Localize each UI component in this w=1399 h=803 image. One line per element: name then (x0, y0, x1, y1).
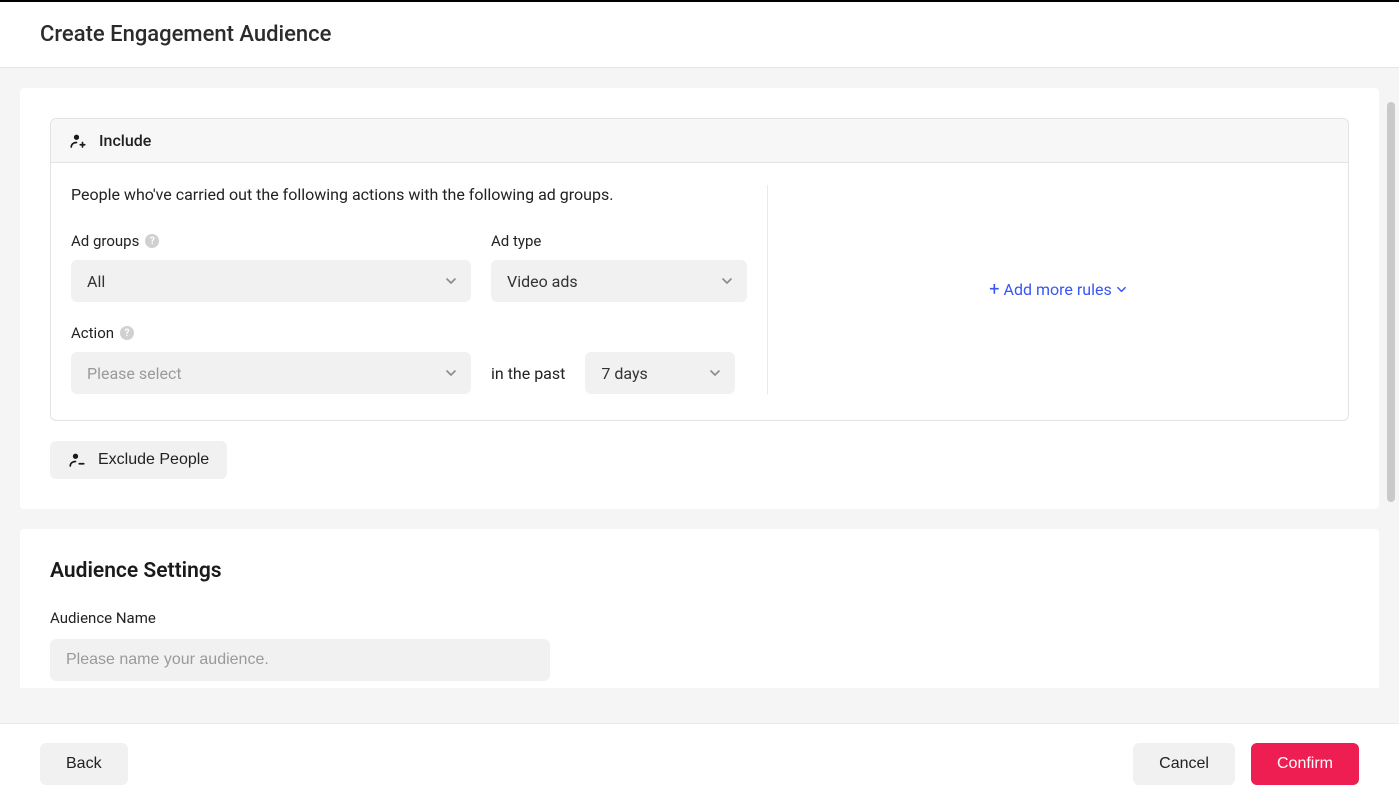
action-field: Action ? Please select (71, 324, 471, 394)
cancel-button[interactable]: Cancel (1133, 743, 1235, 785)
audience-name-input[interactable] (50, 639, 550, 681)
in-the-past-text: in the past (491, 352, 565, 394)
chevron-down-icon (445, 275, 457, 287)
page-title: Create Engagement Audience (40, 22, 331, 47)
field-row-2: Action ? Please select in the past (71, 324, 747, 394)
chevron-down-icon (721, 275, 733, 287)
action-label: Action ? (71, 324, 471, 342)
ad-type-select[interactable]: Video ads (491, 260, 747, 302)
ad-type-field: Ad type Video ads (491, 232, 747, 302)
rule-right-panel: + Add more rules (788, 185, 1328, 394)
time-range-select[interactable]: 7 days (585, 352, 735, 394)
plus-icon: + (989, 279, 999, 300)
footer-right: Cancel Confirm (1133, 743, 1359, 785)
rule-description: People who've carried out the following … (71, 185, 747, 204)
chevron-down-icon (1116, 280, 1127, 299)
action-select[interactable]: Please select (71, 352, 471, 394)
help-icon[interactable]: ? (145, 234, 159, 248)
include-header: Include (51, 119, 1348, 163)
footer: Back Cancel Confirm (0, 723, 1399, 803)
back-button[interactable]: Back (40, 743, 128, 785)
audience-settings-title: Audience Settings (50, 559, 1349, 583)
ad-groups-field: Ad groups ? All (71, 232, 471, 302)
ad-type-label: Ad type (491, 232, 747, 250)
include-box: Include People who've carried out the fo… (50, 118, 1349, 421)
audience-settings-card: Audience Settings Audience Name (20, 529, 1379, 688)
scrollbar[interactable] (1387, 102, 1395, 502)
help-icon[interactable]: ? (120, 326, 134, 340)
include-label: Include (99, 131, 151, 150)
rule-left-panel: People who've carried out the following … (71, 185, 768, 394)
person-minus-icon (68, 451, 86, 469)
chevron-down-icon (709, 367, 721, 379)
field-row-1: Ad groups ? All (71, 232, 747, 302)
ad-groups-label: Ad groups ? (71, 232, 471, 250)
confirm-button[interactable]: Confirm (1251, 743, 1359, 785)
chevron-down-icon (445, 367, 457, 379)
add-more-rules-link[interactable]: + Add more rules (989, 279, 1126, 300)
include-card: Include People who've carried out the fo… (20, 88, 1379, 509)
include-body: People who've carried out the following … (51, 163, 1348, 420)
exclude-people-button[interactable]: Exclude People (50, 441, 227, 479)
page-header: Create Engagement Audience (0, 0, 1399, 68)
audience-name-label: Audience Name (50, 609, 1349, 627)
person-plus-icon (69, 132, 87, 150)
content-area: Include People who've carried out the fo… (0, 68, 1399, 688)
ad-groups-select[interactable]: All (71, 260, 471, 302)
